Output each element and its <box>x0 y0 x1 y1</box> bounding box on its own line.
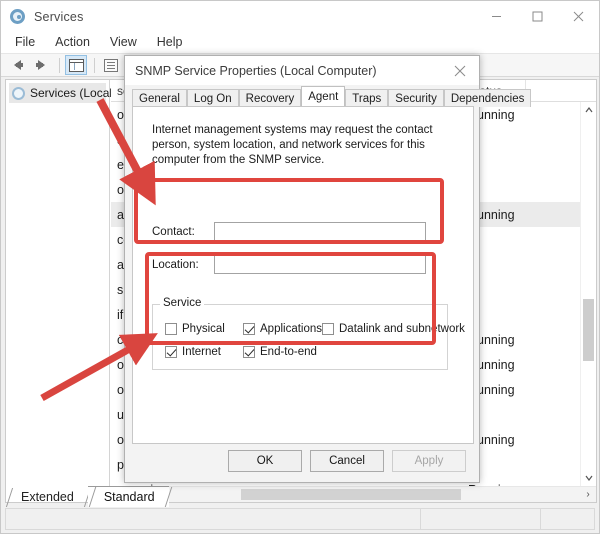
checkbox-internet[interactable]: Internet <box>165 346 221 358</box>
services-gear-icon <box>10 8 26 25</box>
view-tabs: Extended Standard <box>5 485 169 507</box>
dialog-button-row: OK Cancel Apply <box>125 450 479 472</box>
checkbox-internet-label: Internet <box>182 346 221 358</box>
window-title: Services <box>34 9 84 24</box>
back-arrow-icon[interactable] <box>6 55 28 75</box>
location-input[interactable] <box>214 255 426 274</box>
forward-arrow-icon[interactable] <box>30 55 52 75</box>
dialog-title: SNMP Service Properties (Local Computer) <box>135 63 377 78</box>
location-label: Location: <box>152 258 199 271</box>
status-bar-section-1 <box>6 509 421 529</box>
toolbar-separator-2 <box>94 57 95 73</box>
chevron-down-icon[interactable] <box>581 470 596 486</box>
location-field-row: Location: <box>152 255 426 274</box>
dialog-titlebar: SNMP Service Properties (Local Computer) <box>125 56 479 85</box>
minimize-button[interactable] <box>476 1 517 32</box>
vertical-scroll-thumb[interactable] <box>583 299 594 361</box>
dialog-tab-security[interactable]: Security <box>388 89 444 107</box>
dialog-tab-agent[interactable]: Agent <box>301 86 346 107</box>
dialog-tabstrip: General Log On Recovery Agent Traps Security D… <box>132 86 532 107</box>
contact-input[interactable] <box>214 222 426 241</box>
properties-icon[interactable] <box>100 55 122 75</box>
ok-button[interactable]: OK <box>228 450 302 472</box>
snmp-service-properties-dialog: SNMP Service Properties (Local Computer)… <box>124 55 532 483</box>
close-button[interactable] <box>558 1 599 32</box>
dialog-tab-dependencies[interactable]: Dependencies <box>443 89 532 107</box>
status-bar <box>5 508 595 530</box>
contact-label: Contact: <box>152 225 195 238</box>
checkbox-datalink-and-subnetwork-box[interactable] <box>322 323 334 335</box>
checkbox-end-to-end[interactable]: End-to-end <box>243 346 317 358</box>
horizontal-scroll-thumb[interactable] <box>241 489 461 500</box>
tree-node-label: Services (Local) <box>30 86 117 100</box>
checkbox-physical-box[interactable] <box>165 323 177 335</box>
dialog-close-icon[interactable] <box>441 56 479 85</box>
menu-action[interactable]: Action <box>49 34 100 51</box>
view-tab-standard[interactable]: Standard <box>87 486 169 507</box>
services-node-icon <box>12 86 25 100</box>
chevron-up-icon[interactable] <box>581 102 596 118</box>
menu-help[interactable]: Help <box>151 34 193 51</box>
view-tab-extended[interactable]: Extended <box>5 488 88 507</box>
list-vertical-scrollbar[interactable] <box>580 102 596 486</box>
toolbar-separator-1 <box>59 57 60 73</box>
column-header-startup-type[interactable] <box>526 80 586 102</box>
menu-view[interactable]: View <box>104 34 147 51</box>
apply-button: Apply <box>392 450 466 472</box>
maximize-button[interactable] <box>517 1 558 32</box>
window-titlebar: Services <box>1 1 599 32</box>
contact-field-row: Contact: <box>152 222 426 241</box>
agent-description-text: Internet management systems may request … <box>152 124 433 166</box>
screenshot-root: Services File Action View Help Services … <box>0 0 600 534</box>
service-groupbox: Service Physical Applications Datalink a… <box>152 297 465 370</box>
scroll-right-arrow[interactable]: › <box>580 487 596 503</box>
agent-tab-page: Internet management systems may request … <box>132 106 474 444</box>
checkbox-internet-box[interactable] <box>165 346 177 358</box>
tree-node-services-local[interactable]: Services (Local) <box>9 83 116 103</box>
checkbox-applications[interactable]: Applications <box>243 323 322 335</box>
checkbox-end-to-end-label: End-to-end <box>260 346 317 358</box>
show-hide-console-tree-icon[interactable] <box>65 55 87 75</box>
menu-file[interactable]: File <box>9 34 45 51</box>
dialog-tab-log-on[interactable]: Log On <box>186 89 239 107</box>
cancel-button[interactable]: Cancel <box>310 450 384 472</box>
checkbox-physical-label: Physical <box>182 323 225 335</box>
checkbox-applications-box[interactable] <box>243 323 255 335</box>
checkbox-datalink-and-subnetwork-label: Datalink and subnetwork <box>339 323 465 335</box>
dialog-tab-traps[interactable]: Traps <box>345 89 389 107</box>
status-bar-section-2 <box>421 509 541 529</box>
console-tree-pane: Services (Local) <box>6 80 116 502</box>
dialog-tab-recovery[interactable]: Recovery <box>238 89 302 107</box>
service-group-legend: Service <box>160 297 205 309</box>
status-bar-section-3 <box>541 509 594 529</box>
checkbox-end-to-end-box[interactable] <box>243 346 255 358</box>
list-horizontal-scrollbar[interactable]: ‹ › <box>111 486 596 502</box>
checkbox-datalink-and-subnetwork[interactable]: Datalink and subnetwork <box>322 323 465 335</box>
menu-bar: File Action View Help <box>1 32 599 53</box>
dialog-tab-general[interactable]: General <box>132 89 187 107</box>
window-controls <box>476 1 599 32</box>
checkbox-physical[interactable]: Physical <box>165 323 225 335</box>
checkbox-applications-label: Applications <box>260 323 323 335</box>
